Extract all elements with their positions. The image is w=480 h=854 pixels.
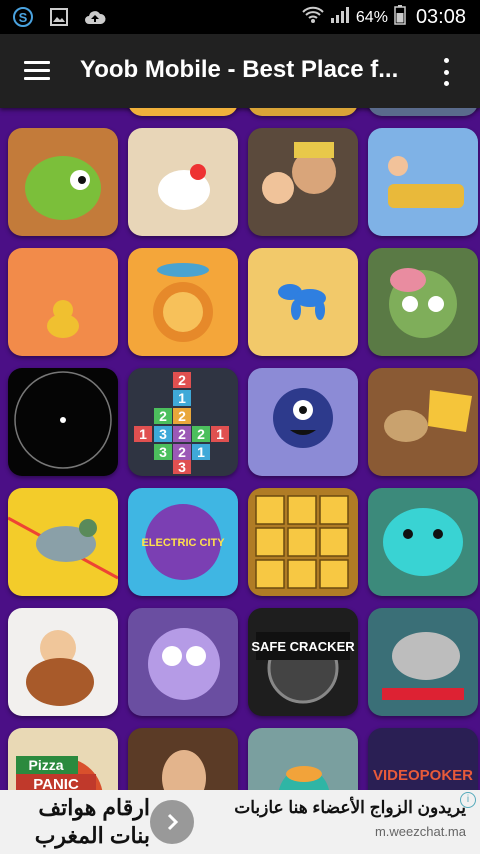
elephant-game-tile[interactable] [368,608,478,716]
pigeon-game-tile[interactable] [8,488,118,596]
miner-game-tile[interactable] [248,128,358,236]
games-grid: 2 1 2 2 1 3 2 2 1 3 2 1 3 ELECTRIC CITY [0,108,480,790]
monster-game-tile[interactable] [248,368,358,476]
number-block: 2 [178,426,186,442]
rollercoaster-game-tile[interactable] [368,128,478,236]
number-block: 1 [216,426,224,442]
number-block: 3 [159,426,167,442]
number-block: 1 [197,444,205,460]
skype-icon: S [12,6,34,28]
safe-cracker-logo-text: SAFE CRACKER [251,639,355,654]
menu-icon[interactable] [24,61,50,81]
gallery-icon [48,6,70,28]
number-block: 2 [178,372,186,388]
number-block: 1 [139,426,147,442]
dwarf-game-tile[interactable] [8,608,118,716]
status-bar: S 64% 03:08 [0,0,480,34]
battery-percent: 64% [355,8,388,26]
app-bar: Yoob Mobile - Best Place f... [0,34,480,108]
cloud-upload-icon [84,6,106,28]
battery-icon [394,5,406,30]
chevron-right-icon[interactable] [150,800,194,844]
lion-game-tile[interactable] [128,248,238,356]
ad-url: m.weezchat.ma [374,824,466,839]
game-tile-partial[interactable] [248,108,358,116]
ad-headline[interactable]: يريدون الزواج الأعضاء هنا عازبات [234,798,466,818]
chicken-game-tile[interactable] [128,128,238,236]
svg-text:S: S [19,10,28,25]
number-block: 3 [159,444,167,460]
cheese-mouse-game-tile[interactable] [368,368,478,476]
wifi-icon [302,6,324,29]
overflow-menu-icon[interactable] [436,58,456,86]
electric-city-game-tile[interactable]: ELECTRIC CITY [128,488,238,596]
duck-game-tile[interactable] [8,248,118,356]
game-tile-partial[interactable] [368,108,478,116]
balloon-dog-game-tile[interactable] [248,248,358,356]
circle-game-tile[interactable] [8,368,118,476]
ad-line-1: ارقام هواتف [38,795,150,820]
clock: 03:08 [415,6,466,28]
number-block: 2 [197,426,205,442]
number-block: 3 [178,459,186,475]
block-faces-game-tile[interactable] [248,488,358,596]
pizza-panic-game-tile[interactable]: Pizza PANIC [8,728,118,790]
number-block: 1 [178,390,186,406]
dragon-game-tile[interactable] [8,128,118,236]
number-blocks-game-tile[interactable]: 2 1 2 2 1 3 2 2 1 3 2 1 3 [128,368,238,476]
agent-game-tile[interactable] [128,728,238,790]
number-block: 2 [178,408,186,424]
number-block: 2 [159,408,167,424]
video-poker-game-tile[interactable]: VIDEOPOKER [368,728,478,790]
ad-side-text[interactable]: ارقام هواتف بنات المغرب [35,794,150,850]
game-tile-partial[interactable] [128,108,238,116]
platypus-game-tile[interactable] [248,728,358,790]
cartoon-lamb-game-tile[interactable] [128,608,238,716]
zombie-game-tile[interactable] [368,248,478,356]
ad-banner[interactable]: ارقام هواتف بنات المغرب يريدون الزواج ال… [0,790,480,854]
app-title: Yoob Mobile - Best Place f... [80,56,399,83]
ad-line-2: بنات المغرب [34,823,150,848]
signal-icon [330,6,350,29]
blob-game-tile[interactable] [368,488,478,596]
pizza-logo-text: Pizza [28,757,63,773]
ad-info-icon[interactable]: i [460,792,476,808]
panic-logo-text: PANIC [33,776,79,790]
electric-city-logo-text: ELECTRIC CITY [141,537,225,549]
safe-cracker-game-tile[interactable]: SAFE CRACKER [248,608,358,716]
video-poker-logo-text: VIDEOPOKER [373,767,473,784]
number-block: 2 [178,444,186,460]
